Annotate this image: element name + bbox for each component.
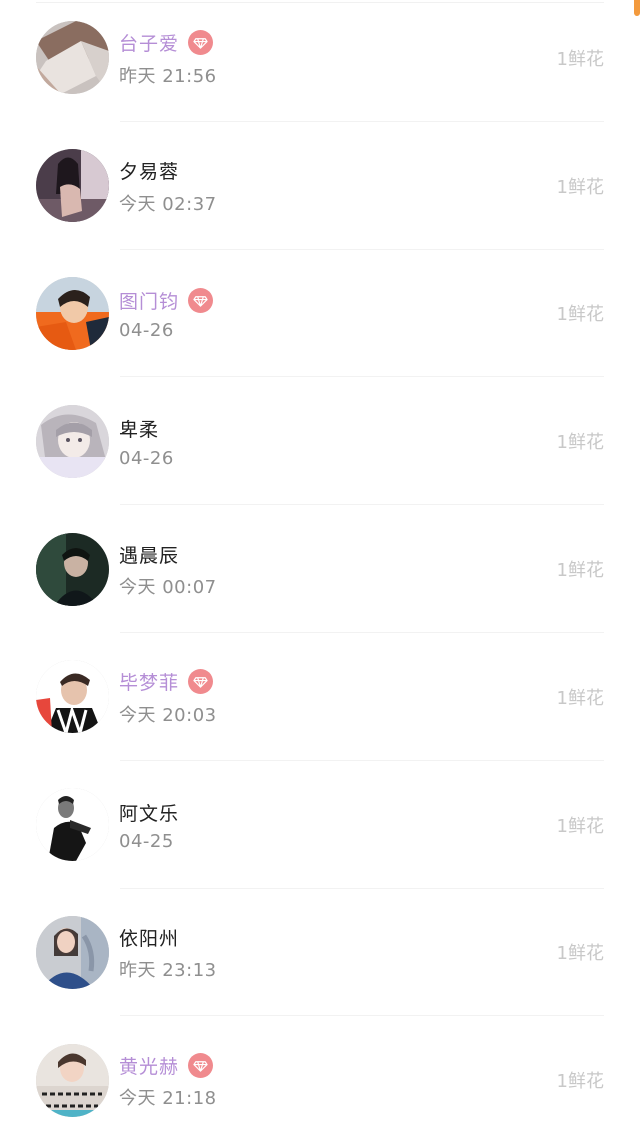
boy-orange-photo-avatar-icon xyxy=(36,276,109,350)
avatar[interactable] xyxy=(36,276,109,350)
gift-count: 1鲜花 xyxy=(556,176,604,198)
list-item[interactable]: 卑柔 04-26 1鲜花 xyxy=(0,377,640,505)
list-item[interactable]: 阿文乐 04-25 1鲜花 xyxy=(0,761,640,889)
woman-photo-avatar-icon xyxy=(36,149,109,223)
name-line: 遇晨辰 xyxy=(119,539,557,569)
user-name[interactable]: 夕易蓉 xyxy=(119,157,179,184)
name-line: 黄光赫 xyxy=(119,1050,557,1080)
man-dark-photo-avatar-icon xyxy=(36,532,109,606)
list-item[interactable]: 夕易蓉 今天 02:37 1鲜花 xyxy=(0,122,640,250)
user-info: 遇晨辰 今天 00:07 xyxy=(119,539,557,599)
gift-count: 1鲜花 xyxy=(556,432,604,454)
avatar[interactable] xyxy=(36,1043,109,1117)
gift-count: 1鲜花 xyxy=(556,560,604,582)
list-item[interactable]: 台子爱 昨天 21:56 1鲜花 xyxy=(0,0,640,122)
origami-photo-avatar-icon xyxy=(36,21,109,95)
user-info: 夕易蓉 今天 02:37 xyxy=(119,156,557,216)
user-name[interactable]: 毕梦菲 xyxy=(119,668,179,695)
gift-time: 04-26 xyxy=(119,447,174,469)
gift-count: 1鲜花 xyxy=(556,815,604,837)
gift-record-list: 台子爱 昨天 21:56 1鲜花 夕易蓉 今天 02:37 1鲜花 图门钧 04… xyxy=(0,0,640,1125)
name-line: 毕梦菲 xyxy=(119,667,557,697)
gift-count: 1鲜花 xyxy=(556,943,604,965)
user-name[interactable]: 黄光赫 xyxy=(119,1052,179,1079)
gift-count: 1鲜花 xyxy=(556,687,604,709)
gift-count: 1鲜花 xyxy=(556,48,604,70)
list-item[interactable]: 遇晨辰 今天 00:07 1鲜花 xyxy=(0,505,640,633)
woman-blue-photo-avatar-icon xyxy=(36,915,109,989)
user-info: 黄光赫 今天 21:18 xyxy=(119,1050,557,1110)
gift-time: 04-26 xyxy=(119,319,174,341)
diamond-icon xyxy=(188,1052,214,1078)
avatar[interactable] xyxy=(36,788,109,862)
avatar[interactable] xyxy=(36,660,109,734)
user-info: 阿文乐 04-25 xyxy=(119,797,557,853)
gift-count: 1鲜花 xyxy=(556,304,604,326)
diamond-icon xyxy=(188,288,214,314)
list-item[interactable]: 黄光赫 今天 21:18 1鲜花 xyxy=(0,1016,640,1125)
list-item[interactable]: 毕梦菲 今天 20:03 1鲜花 xyxy=(0,633,640,761)
avatar[interactable] xyxy=(36,532,109,606)
name-line: 卑柔 xyxy=(119,414,557,444)
gift-count: 1鲜花 xyxy=(556,1071,604,1093)
gift-time: 昨天 23:13 xyxy=(119,960,217,982)
gift-time: 昨天 21:56 xyxy=(119,65,217,87)
list-item[interactable]: 依阳州 昨天 23:13 1鲜花 xyxy=(0,889,640,1017)
user-info: 台子爱 昨天 21:56 xyxy=(119,28,557,88)
user-info: 毕梦菲 今天 20:03 xyxy=(119,667,557,727)
user-name[interactable]: 卑柔 xyxy=(119,415,159,442)
name-line: 夕易蓉 xyxy=(119,156,557,186)
user-name[interactable]: 遇晨辰 xyxy=(119,541,179,568)
man-scarf-photo-avatar-icon xyxy=(36,660,109,734)
user-name[interactable]: 阿文乐 xyxy=(119,799,179,826)
bw-portrait-avatar-icon xyxy=(36,788,109,862)
avatar[interactable] xyxy=(36,404,109,478)
gift-time: 今天 02:37 xyxy=(119,193,217,215)
name-line: 图门钧 xyxy=(119,286,557,316)
list-item[interactable]: 图门钧 04-26 1鲜花 xyxy=(0,250,640,378)
user-info: 图门钧 04-26 xyxy=(119,286,557,341)
diamond-icon xyxy=(188,30,214,56)
avatar[interactable] xyxy=(36,915,109,989)
name-line: 依阳州 xyxy=(119,922,557,952)
user-info: 依阳州 昨天 23:13 xyxy=(119,922,557,982)
user-name[interactable]: 台子爱 xyxy=(119,29,179,56)
user-name[interactable]: 依阳州 xyxy=(119,924,179,951)
anime-girl-avatar-icon xyxy=(36,404,109,478)
gift-time: 今天 21:18 xyxy=(119,1088,217,1110)
name-line: 台子爱 xyxy=(119,28,557,58)
user-info: 卑柔 04-26 xyxy=(119,414,557,469)
gift-time: 今天 00:07 xyxy=(119,577,217,599)
user-name[interactable]: 图门钧 xyxy=(119,287,179,314)
diamond-icon xyxy=(188,669,214,695)
gift-time: 04-25 xyxy=(119,831,174,853)
avatar[interactable] xyxy=(36,149,109,223)
calligraphy-photo-avatar-icon xyxy=(36,1043,109,1117)
gift-record-page: 台子爱 昨天 21:56 1鲜花 夕易蓉 今天 02:37 1鲜花 图门钧 04… xyxy=(0,0,640,1125)
name-line: 阿文乐 xyxy=(119,797,557,827)
avatar[interactable] xyxy=(36,21,109,95)
gift-time: 今天 20:03 xyxy=(119,704,217,726)
